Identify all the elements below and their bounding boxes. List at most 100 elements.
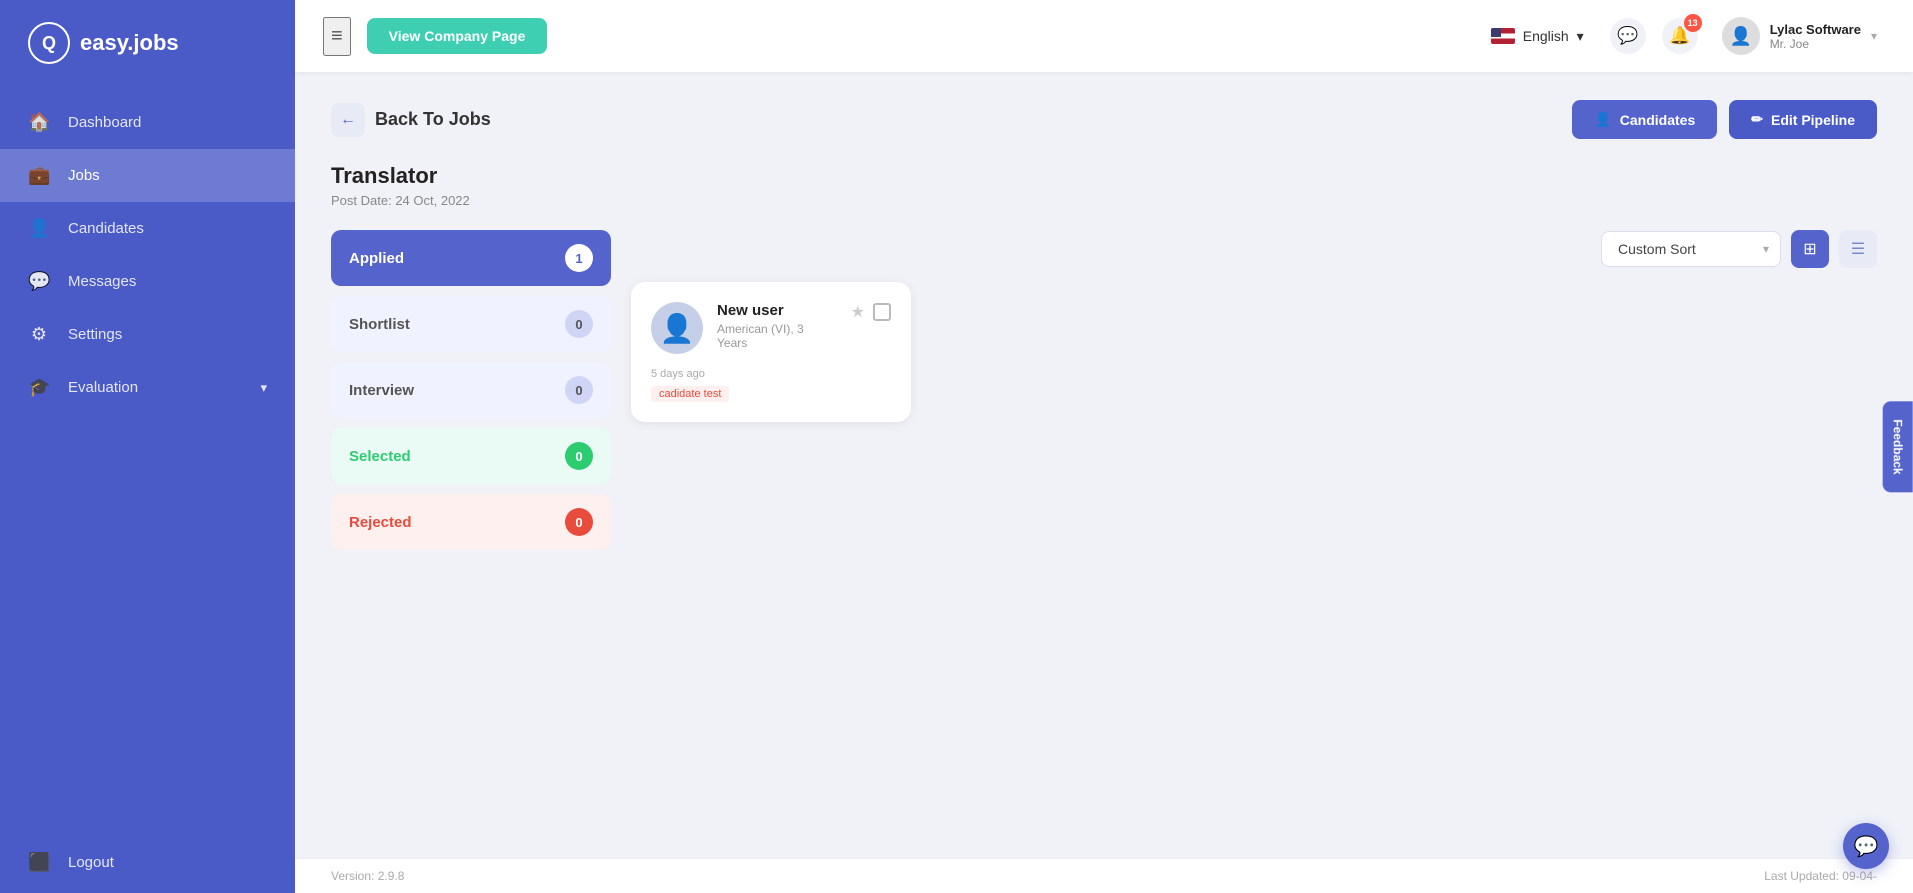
candidate-card: 👤 New user American (VI), 3 Years ★ 5 da… bbox=[631, 282, 911, 422]
candidate-avatar: 👤 bbox=[651, 302, 703, 354]
logout-label: Logout bbox=[68, 854, 114, 871]
sidebar-item-dashboard[interactable]: 🏠 Dashboard bbox=[0, 96, 295, 149]
stage-rejected-label: Rejected bbox=[349, 514, 412, 531]
grid-view-button[interactable]: ⊞ bbox=[1791, 230, 1829, 268]
user-menu[interactable]: 👤 Lylac Software Mr. Joe ▾ bbox=[1714, 13, 1885, 59]
sidebar-item-jobs[interactable]: 💼 Jobs bbox=[0, 149, 295, 202]
stage-interview-label: Interview bbox=[349, 382, 414, 399]
messages-icon: 💬 bbox=[28, 271, 50, 292]
sidebar-item-label: Candidates bbox=[68, 220, 144, 237]
candidate-info: New user American (VI), 3 Years bbox=[717, 302, 837, 350]
top-actions: 👤 Candidates ✏ Edit Pipeline bbox=[1572, 100, 1877, 139]
evaluation-icon: 🎓 bbox=[28, 377, 50, 398]
top-row: ← Back To Jobs 👤 Candidates ✏ Edit Pipel… bbox=[331, 100, 1877, 139]
stage-interview[interactable]: Interview 0 bbox=[331, 362, 611, 418]
chevron-down-icon: ▾ bbox=[1577, 28, 1584, 45]
candidate-tag: cadidate test bbox=[651, 386, 729, 402]
chat-bubble-button[interactable]: 💬 bbox=[1843, 823, 1889, 869]
pencil-icon: ✏ bbox=[1751, 111, 1763, 128]
page-content: ← Back To Jobs 👤 Candidates ✏ Edit Pipel… bbox=[295, 72, 1913, 858]
chat-bubble-icon: 💬 bbox=[1854, 834, 1879, 859]
pipeline-area: Applied 1 Shortlist 0 Interview 0 Select… bbox=[331, 230, 1877, 550]
version-label: Version: 2.9.8 bbox=[331, 869, 404, 883]
stage-selected[interactable]: Selected 0 bbox=[331, 428, 611, 484]
sidebar-item-messages[interactable]: 💬 Messages bbox=[0, 255, 295, 308]
sort-select[interactable]: Custom Sort Date Applied Name A-Z Name Z… bbox=[1601, 231, 1781, 267]
select-checkbox[interactable] bbox=[873, 303, 891, 321]
stage-applied-count: 1 bbox=[565, 244, 593, 272]
stage-shortlist[interactable]: Shortlist 0 bbox=[331, 296, 611, 352]
menu-button[interactable]: ≡ bbox=[323, 17, 351, 56]
sidebar-nav: 🏠 Dashboard 💼 Jobs 👤 Candidates 💬 Messag… bbox=[0, 86, 295, 832]
messages-button[interactable]: 💬 bbox=[1610, 18, 1646, 54]
sidebar-item-label: Settings bbox=[68, 326, 122, 343]
card-top: 👤 New user American (VI), 3 Years ★ bbox=[651, 302, 891, 354]
sidebar-item-label: Jobs bbox=[68, 167, 100, 184]
jobs-icon: 💼 bbox=[28, 165, 50, 186]
star-icon[interactable]: ★ bbox=[851, 302, 865, 322]
grid-icon: ⊞ bbox=[1803, 239, 1816, 259]
main-content: ≡ View Company Page English ▾ 💬 🔔 13 👤 L… bbox=[295, 0, 1913, 893]
back-arrow-icon: ← bbox=[331, 103, 365, 137]
candidates-icon: 👤 bbox=[28, 218, 50, 239]
dashboard-icon: 🏠 bbox=[28, 112, 50, 133]
sidebar-item-evaluation[interactable]: 🎓 Evaluation ▾ bbox=[0, 361, 295, 414]
sidebar: Q easy.jobs 🏠 Dashboard 💼 Jobs 👤 Candida… bbox=[0, 0, 295, 893]
card-actions: ★ bbox=[851, 302, 891, 322]
logo-text: easy.jobs bbox=[80, 30, 179, 56]
stage-applied[interactable]: Applied 1 bbox=[331, 230, 611, 286]
back-label: Back To Jobs bbox=[375, 109, 491, 130]
job-title: Translator bbox=[331, 163, 1877, 189]
stage-interview-count: 0 bbox=[565, 376, 593, 404]
stage-selected-label: Selected bbox=[349, 448, 411, 465]
footer: Version: 2.9.8 Last Updated: 09-04- bbox=[295, 858, 1913, 893]
candidates-area: 👤 New user American (VI), 3 Years ★ 5 da… bbox=[631, 282, 1877, 422]
stage-shortlist-count: 0 bbox=[565, 310, 593, 338]
sidebar-item-label: Messages bbox=[68, 273, 136, 290]
list-view-button[interactable]: ☰ bbox=[1839, 230, 1877, 268]
avatar: 👤 bbox=[1722, 17, 1760, 55]
chevron-down-icon: ▾ bbox=[260, 380, 267, 396]
job-date: Post Date: 24 Oct, 2022 bbox=[331, 193, 1877, 208]
notifications-button[interactable]: 🔔 13 bbox=[1662, 18, 1698, 54]
header: ≡ View Company Page English ▾ 💬 🔔 13 👤 L… bbox=[295, 0, 1913, 72]
candidates-button[interactable]: 👤 Candidates bbox=[1572, 100, 1717, 139]
stage-shortlist-label: Shortlist bbox=[349, 316, 410, 333]
logout-icon: ⬛ bbox=[28, 852, 50, 873]
candidate-location: American (VI), 3 Years bbox=[717, 322, 837, 350]
sidebar-logo: Q easy.jobs bbox=[0, 0, 295, 86]
chat-icon: 💬 bbox=[1617, 26, 1638, 46]
list-icon: ☰ bbox=[1851, 239, 1865, 259]
stage-selected-count: 0 bbox=[565, 442, 593, 470]
company-name: Lylac Software bbox=[1770, 22, 1861, 37]
sidebar-item-logout[interactable]: ⬛ Logout bbox=[0, 832, 295, 893]
view-company-button[interactable]: View Company Page bbox=[367, 18, 548, 54]
stage-rejected-count: 0 bbox=[565, 508, 593, 536]
job-info: Translator Post Date: 24 Oct, 2022 bbox=[331, 163, 1877, 208]
edit-pipeline-button[interactable]: ✏ Edit Pipeline bbox=[1729, 100, 1877, 139]
language-selector[interactable]: English ▾ bbox=[1481, 22, 1594, 51]
feedback-tab[interactable]: Feedback bbox=[1882, 401, 1912, 492]
flag-icon bbox=[1491, 28, 1515, 44]
sidebar-item-label: Dashboard bbox=[68, 114, 141, 131]
right-column: Custom Sort Date Applied Name A-Z Name Z… bbox=[631, 230, 1877, 422]
sort-bar: Custom Sort Date Applied Name A-Z Name Z… bbox=[631, 230, 1877, 268]
sidebar-item-candidates[interactable]: 👤 Candidates bbox=[0, 202, 295, 255]
sort-select-wrapper: Custom Sort Date Applied Name A-Z Name Z… bbox=[1601, 231, 1781, 267]
back-to-jobs-link[interactable]: ← Back To Jobs bbox=[331, 103, 491, 137]
logo-icon: Q bbox=[28, 22, 70, 64]
last-updated-label: Last Updated: 09-04- bbox=[1764, 869, 1877, 883]
candidate-name: New user bbox=[717, 302, 837, 319]
chevron-down-icon: ▾ bbox=[1871, 29, 1877, 43]
stage-rejected[interactable]: Rejected 0 bbox=[331, 494, 611, 550]
sidebar-item-label: Evaluation bbox=[68, 379, 138, 396]
notification-badge: 13 bbox=[1684, 14, 1702, 32]
stages-column: Applied 1 Shortlist 0 Interview 0 Select… bbox=[331, 230, 611, 550]
candidate-time: 5 days ago bbox=[651, 368, 891, 380]
user-info: Lylac Software Mr. Joe bbox=[1770, 22, 1861, 51]
settings-icon: ⚙ bbox=[28, 324, 50, 345]
stage-applied-label: Applied bbox=[349, 250, 404, 267]
user-name: Mr. Joe bbox=[1770, 37, 1861, 51]
sidebar-item-settings[interactable]: ⚙ Settings bbox=[0, 308, 295, 361]
person-icon: 👤 bbox=[1594, 111, 1611, 128]
